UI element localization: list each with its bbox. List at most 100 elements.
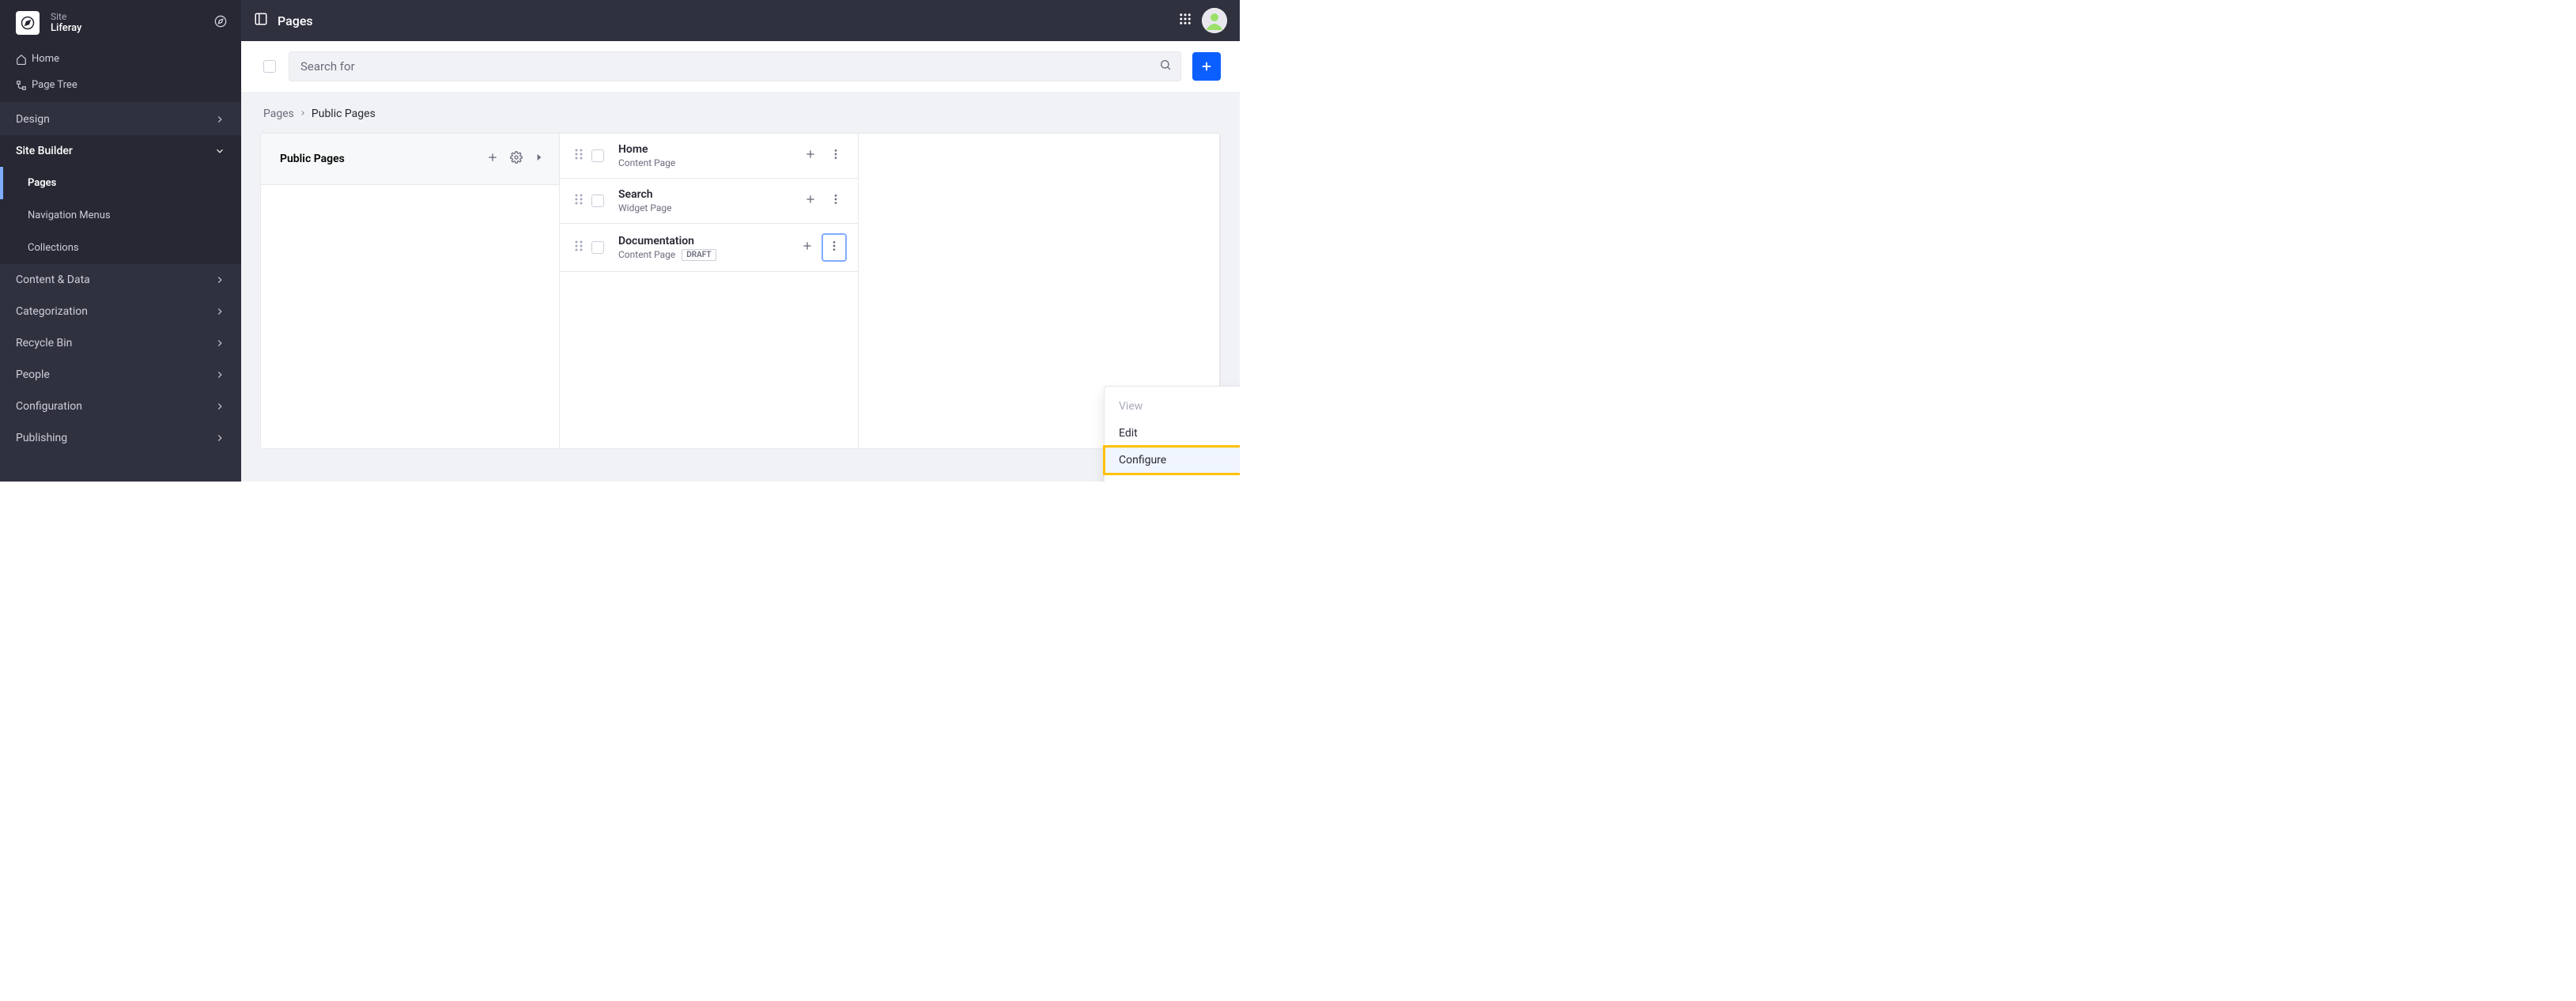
- col-add-button[interactable]: [483, 148, 502, 170]
- chevron-right-icon: [214, 114, 225, 125]
- page-row-documentation[interactable]: Documentation Content Page DRAFT: [560, 224, 858, 272]
- menu-edit[interactable]: Edit: [1105, 420, 1240, 447]
- apps-grid-icon: [1178, 12, 1192, 26]
- sidebar-home-label: Home: [32, 53, 59, 65]
- nav-group-categorization[interactable]: Categorization: [0, 296, 241, 327]
- panel-icon: [254, 12, 268, 26]
- drag-handle-icon[interactable]: [574, 240, 584, 255]
- column-1-title: Public Pages: [280, 153, 478, 165]
- search-icon: [1159, 59, 1172, 74]
- sidebar-home-link[interactable]: Home: [0, 46, 241, 72]
- add-page-button[interactable]: [1192, 52, 1221, 81]
- chevron-right-icon: [214, 338, 225, 349]
- menu-configure[interactable]: Configure: [1105, 447, 1240, 474]
- sidebar-page-tree-label: Page Tree: [32, 79, 77, 91]
- row-text: Search Widget Page: [618, 188, 796, 213]
- column-2: Home Content Page: [560, 134, 859, 448]
- sidebar-page-tree-link[interactable]: Page Tree: [0, 72, 241, 102]
- site-logo[interactable]: [16, 11, 40, 35]
- panel-toggle-button[interactable]: [254, 12, 268, 29]
- column-1-header: Public Pages: [261, 134, 559, 185]
- site-label: Site: [51, 11, 214, 22]
- nav-group-publishing[interactable]: Publishing: [0, 422, 241, 454]
- topbar: Pages: [241, 0, 1240, 41]
- subnav-pages[interactable]: Pages: [0, 167, 241, 199]
- row-subtitle: Content Page DRAFT: [618, 249, 793, 261]
- row-checkbox[interactable]: [591, 241, 604, 254]
- kebab-icon: [829, 193, 842, 206]
- drag-handle-icon[interactable]: [574, 148, 584, 164]
- nav-group-site-builder[interactable]: Site Builder: [0, 135, 241, 167]
- page-row-search[interactable]: Search Widget Page: [560, 179, 858, 224]
- row-add-button[interactable]: [799, 143, 822, 168]
- apps-grid-button[interactable]: [1178, 12, 1192, 29]
- kebab-icon: [828, 240, 840, 252]
- row-subtitle: Content Page: [618, 157, 796, 168]
- nav-group-content-data[interactable]: Content & Data: [0, 264, 241, 296]
- row-checkbox[interactable]: [591, 149, 604, 162]
- row-text: Documentation Content Page DRAFT: [618, 235, 793, 261]
- site-info: Site Liferay: [51, 11, 214, 35]
- user-icon: [1202, 8, 1227, 33]
- plus-icon: [801, 240, 814, 252]
- app-root: Site Liferay Home Page Tree Design: [0, 0, 1240, 482]
- compass-icon: [214, 15, 227, 28]
- row-actions-button[interactable]: [825, 143, 847, 168]
- content-area: Pages Public Pages Public Pages: [241, 92, 1240, 482]
- tree-icon: [16, 80, 32, 91]
- breadcrumb: Pages Public Pages: [260, 108, 1221, 120]
- breadcrumb-root[interactable]: Pages: [263, 108, 294, 120]
- plus-icon: [804, 193, 817, 206]
- kebab-icon: [829, 148, 842, 161]
- chevron-right-icon: [214, 369, 225, 380]
- row-add-button[interactable]: [799, 188, 822, 213]
- menu-copy-page: Copy Page: [1105, 474, 1240, 482]
- site-builder-subnav: Pages Navigation Menus Collections: [0, 167, 241, 264]
- nav-group-design[interactable]: Design: [0, 104, 241, 135]
- main: Pages Pages: [241, 0, 1240, 482]
- toolbar: [241, 41, 1240, 92]
- draft-badge: DRAFT: [682, 249, 716, 261]
- menu-view: View: [1105, 393, 1240, 420]
- caret-right-icon: [534, 152, 545, 163]
- plus-icon: [804, 148, 817, 161]
- home-icon: [16, 54, 32, 65]
- user-avatar-button[interactable]: [1202, 8, 1227, 33]
- subnav-collections[interactable]: Collections: [0, 232, 241, 264]
- chevron-right-icon: [214, 401, 225, 412]
- plus-icon: [486, 151, 499, 164]
- search-wrap: [289, 51, 1181, 81]
- gear-icon: [510, 151, 523, 164]
- row-text: Home Content Page: [618, 143, 796, 168]
- sidebar: Site Liferay Home Page Tree Design: [0, 0, 241, 482]
- sidebar-nav: Design Site Builder Pages Navigation Men…: [0, 102, 241, 454]
- row-checkbox[interactable]: [591, 195, 604, 207]
- plus-icon: [1199, 59, 1214, 74]
- nav-group-configuration[interactable]: Configuration: [0, 391, 241, 422]
- row-actions-button[interactable]: [822, 233, 847, 262]
- nav-group-recycle-bin[interactable]: Recycle Bin: [0, 327, 241, 359]
- row-title: Documentation: [618, 235, 793, 247]
- col-settings-button[interactable]: [507, 148, 526, 170]
- chevron-right-icon: [299, 108, 307, 120]
- row-subtitle: Widget Page: [618, 202, 796, 213]
- drag-handle-icon[interactable]: [574, 193, 584, 209]
- row-title: Home: [618, 143, 796, 156]
- col-expand-button[interactable]: [531, 149, 548, 169]
- page-title: Pages: [278, 13, 1169, 28]
- site-name: Liferay: [51, 22, 214, 35]
- user-avatar: [1202, 8, 1227, 33]
- column-1: Public Pages: [261, 134, 560, 448]
- search-input[interactable]: [289, 51, 1181, 81]
- breadcrumb-current: Public Pages: [312, 108, 376, 120]
- nav-group-people[interactable]: People: [0, 359, 241, 391]
- subnav-navigation-menus[interactable]: Navigation Menus: [0, 199, 241, 232]
- page-row-home[interactable]: Home Content Page: [560, 134, 858, 179]
- site-switch-button[interactable]: [214, 15, 227, 31]
- miller-columns: Public Pages: [260, 133, 1221, 449]
- row-title: Search: [618, 188, 796, 201]
- row-actions-button[interactable]: [825, 188, 847, 213]
- select-all-checkbox[interactable]: [263, 60, 276, 73]
- row-add-button[interactable]: [796, 235, 818, 260]
- chevron-right-icon: [214, 274, 225, 285]
